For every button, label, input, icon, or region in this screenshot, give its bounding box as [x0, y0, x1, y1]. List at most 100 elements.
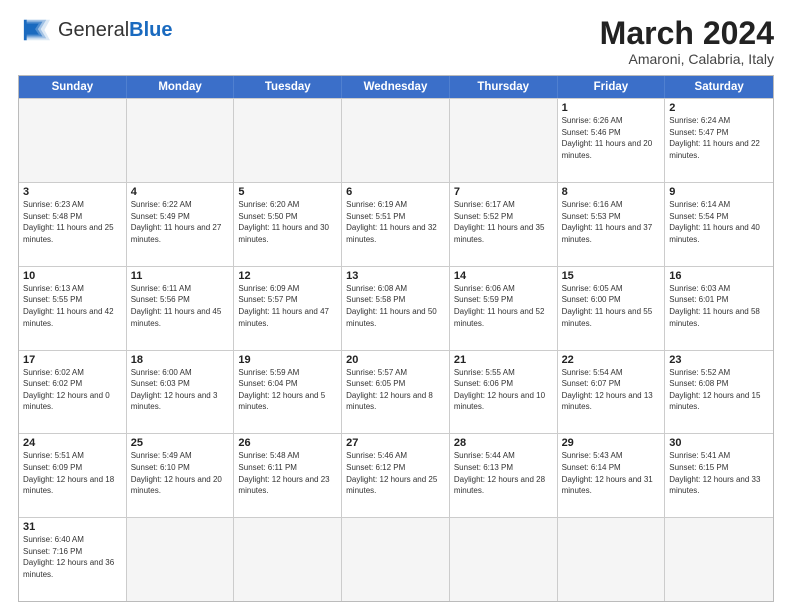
day-cell: 6Sunrise: 6:19 AM Sunset: 5:51 PM Daylig…	[342, 183, 450, 266]
day-cell: 12Sunrise: 6:09 AM Sunset: 5:57 PM Dayli…	[234, 267, 342, 350]
day-number: 13	[346, 270, 445, 282]
day-cell: 14Sunrise: 6:06 AM Sunset: 5:59 PM Dayli…	[450, 267, 558, 350]
day-number: 8	[562, 186, 661, 198]
day-cell: 15Sunrise: 6:05 AM Sunset: 6:00 PM Dayli…	[558, 267, 666, 350]
day-number: 11	[131, 270, 230, 282]
day-cell: 29Sunrise: 5:43 AM Sunset: 6:14 PM Dayli…	[558, 434, 666, 517]
calendar-header: SundayMondayTuesdayWednesdayThursdayFrid…	[19, 76, 773, 98]
empty-day-cell	[342, 99, 450, 182]
day-number: 21	[454, 354, 553, 366]
day-info: Sunrise: 5:48 AM Sunset: 6:11 PM Dayligh…	[238, 450, 337, 496]
day-cell: 31Sunrise: 6:40 AM Sunset: 7:16 PM Dayli…	[19, 518, 127, 601]
day-cell: 5Sunrise: 6:20 AM Sunset: 5:50 PM Daylig…	[234, 183, 342, 266]
day-info: Sunrise: 6:19 AM Sunset: 5:51 PM Dayligh…	[346, 199, 445, 245]
day-number: 18	[131, 354, 230, 366]
calendar: SundayMondayTuesdayWednesdayThursdayFrid…	[18, 75, 774, 602]
day-of-week-header: Monday	[127, 76, 235, 98]
day-cell: 18Sunrise: 6:00 AM Sunset: 6:03 PM Dayli…	[127, 351, 235, 434]
location: Amaroni, Calabria, Italy	[600, 51, 774, 67]
empty-day-cell	[342, 518, 450, 601]
empty-day-cell	[234, 99, 342, 182]
day-info: Sunrise: 6:24 AM Sunset: 5:47 PM Dayligh…	[669, 115, 769, 161]
day-cell: 21Sunrise: 5:55 AM Sunset: 6:06 PM Dayli…	[450, 351, 558, 434]
calendar-week-row: 1Sunrise: 6:26 AM Sunset: 5:46 PM Daylig…	[19, 98, 773, 182]
day-number: 31	[23, 521, 122, 533]
day-info: Sunrise: 6:16 AM Sunset: 5:53 PM Dayligh…	[562, 199, 661, 245]
day-info: Sunrise: 5:57 AM Sunset: 6:05 PM Dayligh…	[346, 367, 445, 413]
day-info: Sunrise: 6:03 AM Sunset: 6:01 PM Dayligh…	[669, 283, 769, 329]
day-number: 4	[131, 186, 230, 198]
day-info: Sunrise: 6:23 AM Sunset: 5:48 PM Dayligh…	[23, 199, 122, 245]
logo: GeneralBlue	[18, 16, 173, 44]
day-number: 2	[669, 102, 769, 114]
empty-day-cell	[127, 518, 235, 601]
empty-day-cell	[234, 518, 342, 601]
empty-day-cell	[665, 518, 773, 601]
title-block: March 2024 Amaroni, Calabria, Italy	[600, 16, 774, 67]
day-cell: 8Sunrise: 6:16 AM Sunset: 5:53 PM Daylig…	[558, 183, 666, 266]
day-cell: 30Sunrise: 5:41 AM Sunset: 6:15 PM Dayli…	[665, 434, 773, 517]
day-number: 7	[454, 186, 553, 198]
day-info: Sunrise: 6:08 AM Sunset: 5:58 PM Dayligh…	[346, 283, 445, 329]
day-of-week-header: Sunday	[19, 76, 127, 98]
day-number: 5	[238, 186, 337, 198]
day-info: Sunrise: 5:55 AM Sunset: 6:06 PM Dayligh…	[454, 367, 553, 413]
day-number: 15	[562, 270, 661, 282]
day-cell: 22Sunrise: 5:54 AM Sunset: 6:07 PM Dayli…	[558, 351, 666, 434]
day-info: Sunrise: 5:49 AM Sunset: 6:10 PM Dayligh…	[131, 450, 230, 496]
day-cell: 11Sunrise: 6:11 AM Sunset: 5:56 PM Dayli…	[127, 267, 235, 350]
day-of-week-header: Saturday	[665, 76, 773, 98]
day-info: Sunrise: 6:22 AM Sunset: 5:49 PM Dayligh…	[131, 199, 230, 245]
day-info: Sunrise: 6:20 AM Sunset: 5:50 PM Dayligh…	[238, 199, 337, 245]
day-info: Sunrise: 6:26 AM Sunset: 5:46 PM Dayligh…	[562, 115, 661, 161]
day-info: Sunrise: 5:44 AM Sunset: 6:13 PM Dayligh…	[454, 450, 553, 496]
day-cell: 19Sunrise: 5:59 AM Sunset: 6:04 PM Dayli…	[234, 351, 342, 434]
day-info: Sunrise: 6:06 AM Sunset: 5:59 PM Dayligh…	[454, 283, 553, 329]
calendar-week-row: 3Sunrise: 6:23 AM Sunset: 5:48 PM Daylig…	[19, 182, 773, 266]
day-info: Sunrise: 6:09 AM Sunset: 5:57 PM Dayligh…	[238, 283, 337, 329]
empty-day-cell	[450, 518, 558, 601]
day-cell: 25Sunrise: 5:49 AM Sunset: 6:10 PM Dayli…	[127, 434, 235, 517]
generalblue-logo-icon	[18, 16, 54, 44]
day-of-week-header: Friday	[558, 76, 666, 98]
day-info: Sunrise: 6:00 AM Sunset: 6:03 PM Dayligh…	[131, 367, 230, 413]
day-cell: 7Sunrise: 6:17 AM Sunset: 5:52 PM Daylig…	[450, 183, 558, 266]
day-info: Sunrise: 5:46 AM Sunset: 6:12 PM Dayligh…	[346, 450, 445, 496]
day-number: 22	[562, 354, 661, 366]
logo-text: GeneralBlue	[58, 19, 173, 42]
day-number: 24	[23, 437, 122, 449]
day-of-week-header: Wednesday	[342, 76, 450, 98]
day-number: 27	[346, 437, 445, 449]
day-number: 9	[669, 186, 769, 198]
day-cell: 27Sunrise: 5:46 AM Sunset: 6:12 PM Dayli…	[342, 434, 450, 517]
day-number: 16	[669, 270, 769, 282]
calendar-body: 1Sunrise: 6:26 AM Sunset: 5:46 PM Daylig…	[19, 98, 773, 601]
day-number: 23	[669, 354, 769, 366]
day-number: 25	[131, 437, 230, 449]
day-number: 10	[23, 270, 122, 282]
day-number: 20	[346, 354, 445, 366]
day-number: 3	[23, 186, 122, 198]
day-cell: 16Sunrise: 6:03 AM Sunset: 6:01 PM Dayli…	[665, 267, 773, 350]
day-number: 17	[23, 354, 122, 366]
day-cell: 1Sunrise: 6:26 AM Sunset: 5:46 PM Daylig…	[558, 99, 666, 182]
day-number: 19	[238, 354, 337, 366]
day-info: Sunrise: 5:54 AM Sunset: 6:07 PM Dayligh…	[562, 367, 661, 413]
calendar-week-row: 17Sunrise: 6:02 AM Sunset: 6:02 PM Dayli…	[19, 350, 773, 434]
day-info: Sunrise: 6:11 AM Sunset: 5:56 PM Dayligh…	[131, 283, 230, 329]
page-header: GeneralBlue March 2024 Amaroni, Calabria…	[18, 16, 774, 67]
calendar-page: GeneralBlue March 2024 Amaroni, Calabria…	[0, 0, 792, 612]
day-info: Sunrise: 6:05 AM Sunset: 6:00 PM Dayligh…	[562, 283, 661, 329]
day-info: Sunrise: 5:43 AM Sunset: 6:14 PM Dayligh…	[562, 450, 661, 496]
day-number: 14	[454, 270, 553, 282]
day-cell: 24Sunrise: 5:51 AM Sunset: 6:09 PM Dayli…	[19, 434, 127, 517]
day-info: Sunrise: 6:02 AM Sunset: 6:02 PM Dayligh…	[23, 367, 122, 413]
empty-day-cell	[19, 99, 127, 182]
day-cell: 13Sunrise: 6:08 AM Sunset: 5:58 PM Dayli…	[342, 267, 450, 350]
month-title: March 2024	[600, 16, 774, 51]
day-number: 26	[238, 437, 337, 449]
day-of-week-header: Tuesday	[234, 76, 342, 98]
day-number: 6	[346, 186, 445, 198]
day-cell: 10Sunrise: 6:13 AM Sunset: 5:55 PM Dayli…	[19, 267, 127, 350]
day-info: Sunrise: 6:40 AM Sunset: 7:16 PM Dayligh…	[23, 534, 122, 580]
